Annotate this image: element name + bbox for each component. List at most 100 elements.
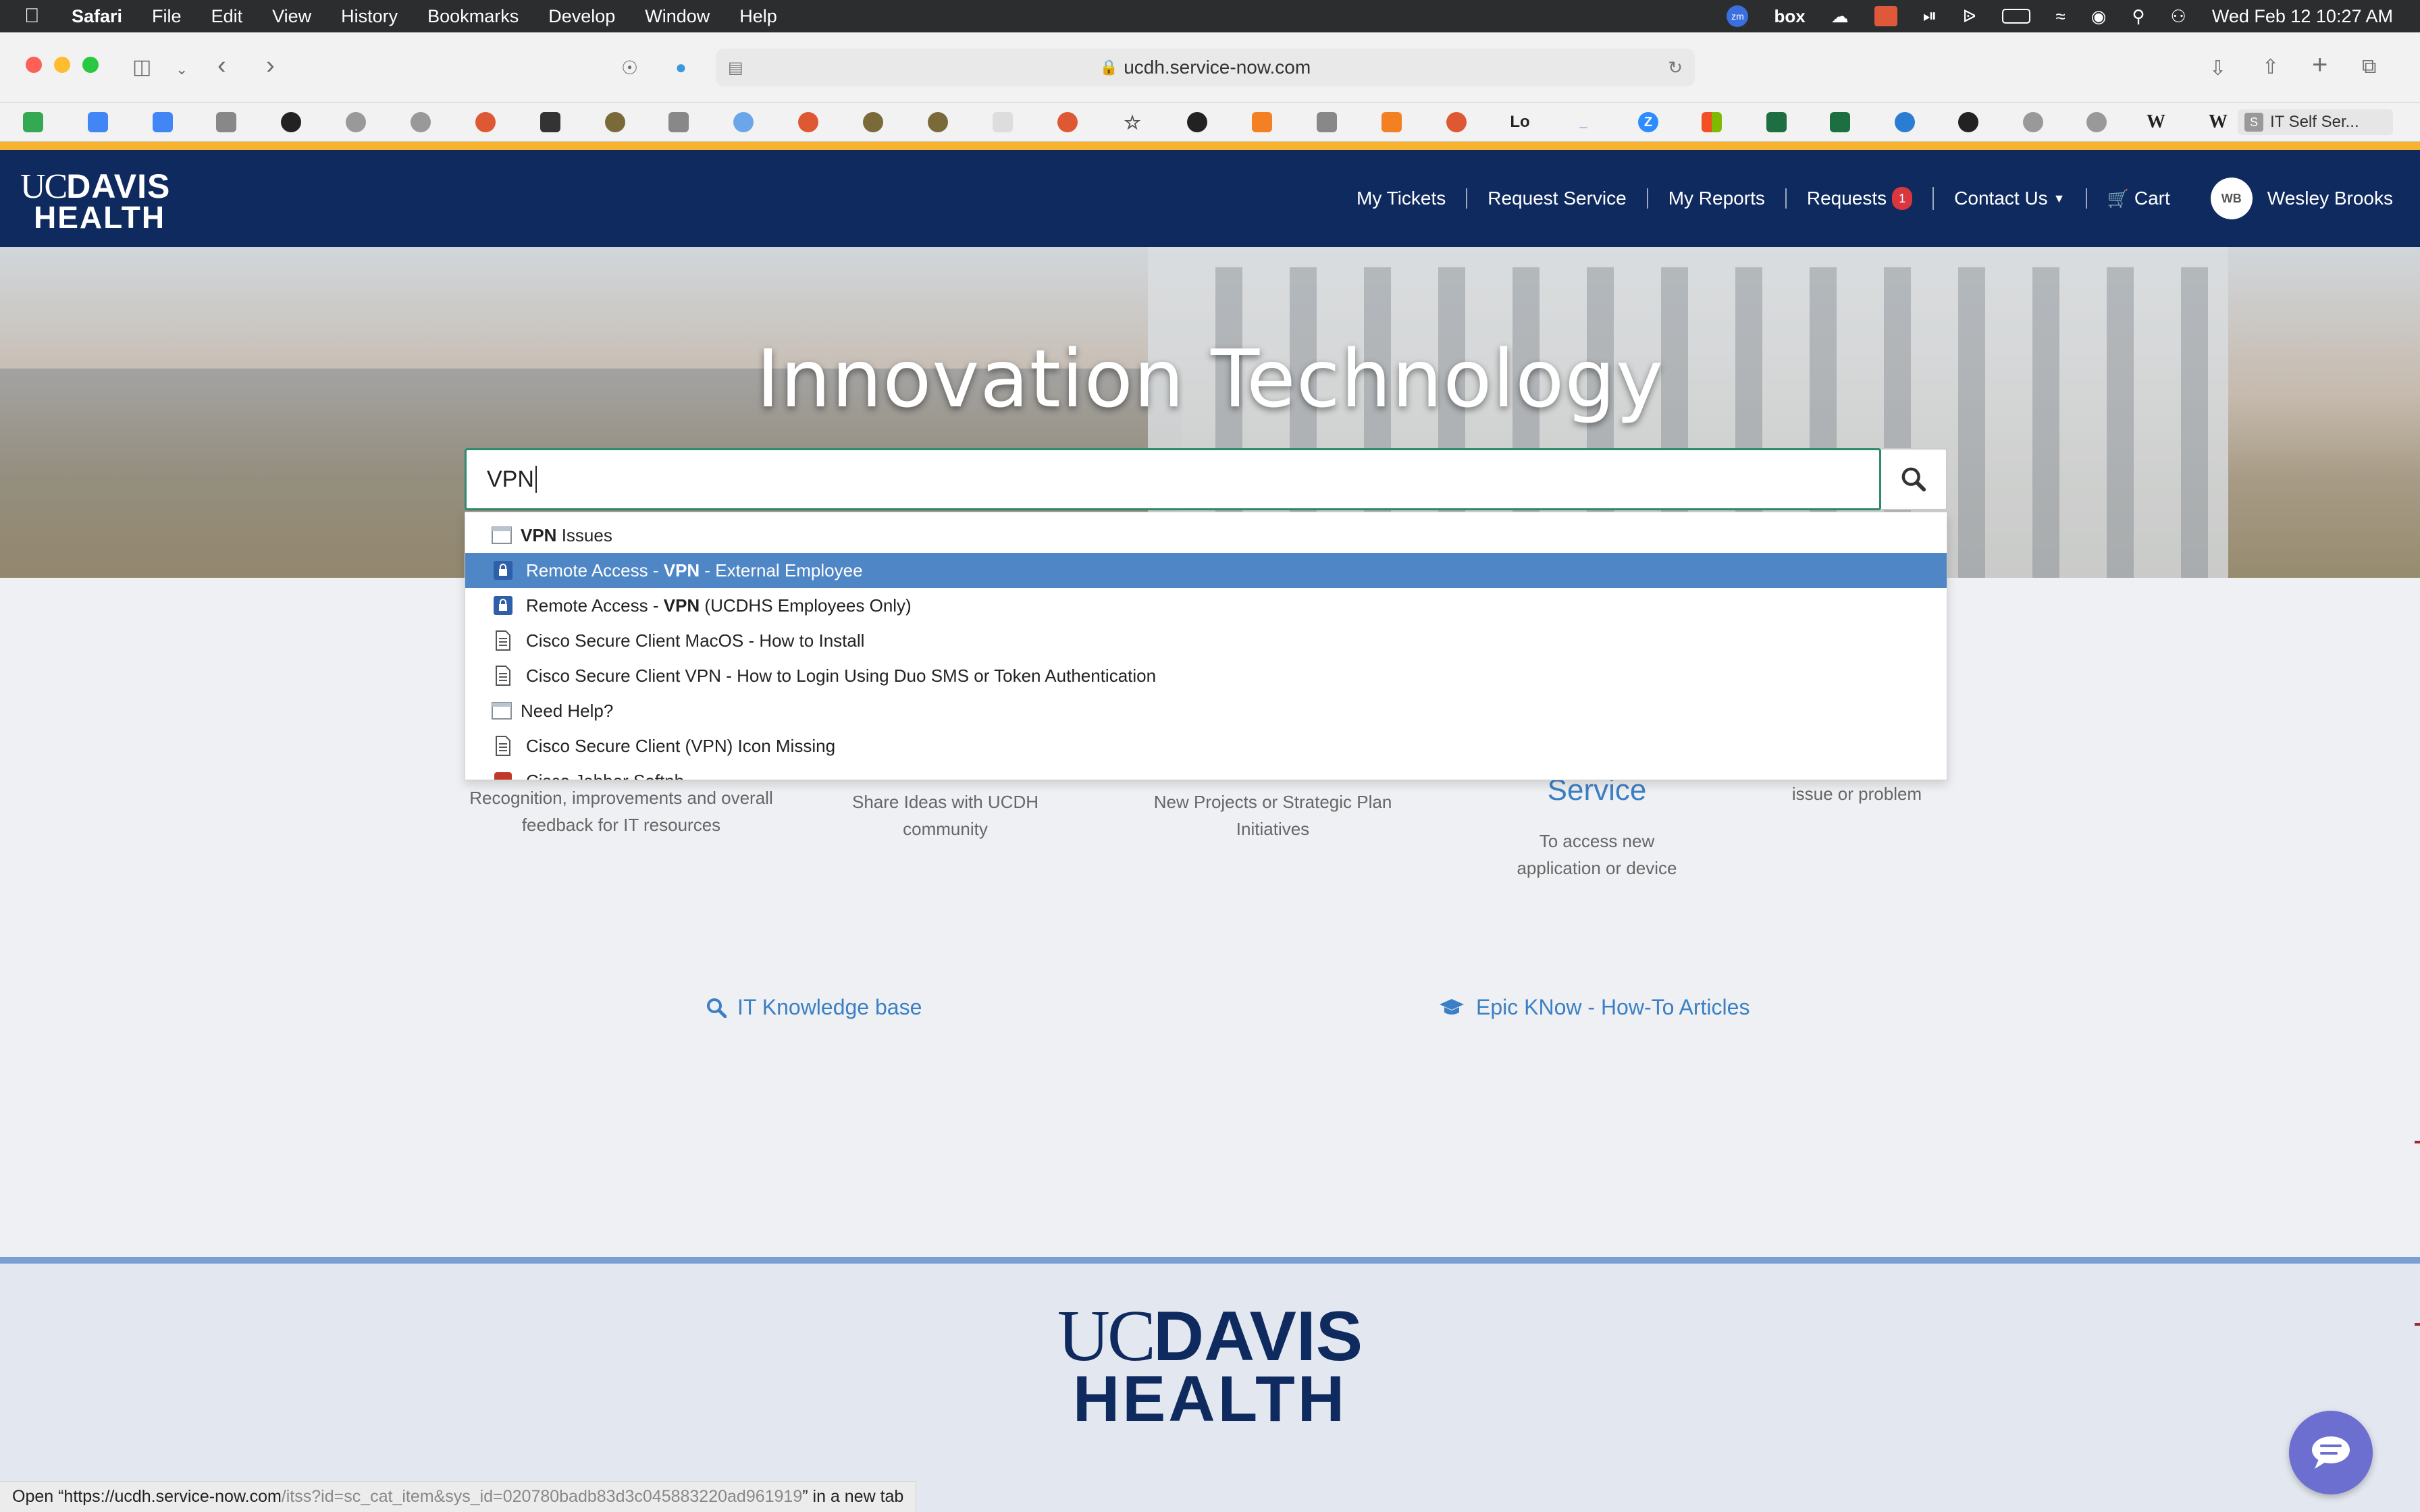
search-input[interactable]: VPN <box>465 448 1881 510</box>
menu-edit[interactable]: Edit <box>211 6 243 27</box>
favorite-stack-icon[interactable] <box>1382 112 1402 132</box>
favorite-compass-icon[interactable] <box>411 112 431 132</box>
tab-overview-icon[interactable]: ⧉ <box>2362 55 2376 78</box>
user-icon[interactable]: ◉ <box>2091 6 2107 27</box>
forward-button[interactable]: › <box>266 51 275 80</box>
favorite-github-icon[interactable] <box>281 112 301 132</box>
uc-davis-health-logo[interactable]: UCDAVIS HEALTH <box>20 169 170 234</box>
favorite-duckduckgo-icon[interactable] <box>1446 112 1467 132</box>
spotlight-icon[interactable]: ⚲ <box>2132 6 2145 27</box>
nav-requests[interactable]: Requests 1 <box>1787 187 1935 210</box>
reload-icon[interactable]: ↻ <box>1668 57 1683 78</box>
zoom-icon[interactable]: zm <box>1727 5 1749 27</box>
nav-request-service[interactable]: Request Service <box>1467 188 1648 209</box>
apple-menu-icon[interactable]:  <box>24 5 51 28</box>
favorite-zoom-icon[interactable]: Z <box>1638 112 1658 132</box>
favorite-a-icon[interactable] <box>216 112 236 132</box>
favorite-globe-icon[interactable] <box>733 112 754 132</box>
favorite-google-docs-icon[interactable] <box>153 112 173 132</box>
address-bar[interactable]: ▤ 🔒 ucdh.service-now.com ↻ <box>716 49 1695 86</box>
projects-card-description: New Projects or Strategic Plan Initiativ… <box>1153 792 1392 839</box>
suggestion-item[interactable]: Need Help? <box>465 693 1947 728</box>
suggestion-match-text: VPN <box>663 595 700 616</box>
sidebar-toggle-icon[interactable]: ◫ <box>132 55 151 79</box>
suggestion-item[interactable]: Cisco Secure Client VPN - How to Login U… <box>465 658 1947 693</box>
favorite-compass-icon[interactable] <box>346 112 366 132</box>
suggestion-item-partial[interactable]: Cisco Jabber Softph... <box>465 763 1947 780</box>
menu-app-name[interactable]: Safari <box>72 6 122 27</box>
search-button[interactable] <box>1881 448 1947 510</box>
it-knowledge-base-link[interactable]: IT Knowledge base <box>706 995 922 1020</box>
control-center-icon[interactable]: ⚇ <box>2171 6 2186 27</box>
zoom-window-button[interactable] <box>82 57 99 73</box>
privacy-shield-icon[interactable]: ☉ <box>621 57 638 79</box>
favorite-lo-icon[interactable]: Lo <box>1510 112 1530 132</box>
favorite-compass-icon[interactable] <box>2023 112 2043 132</box>
chevron-down-icon[interactable]: ⌄ <box>176 61 188 78</box>
battery-icon[interactable] <box>2001 9 2030 24</box>
favorite-seal-icon[interactable] <box>863 112 883 132</box>
play-icon[interactable]: ⏯ <box>1923 5 1937 27</box>
favorite-seal-icon[interactable] <box>605 112 625 132</box>
favorite-c-icon[interactable] <box>668 112 689 132</box>
favorite-stack-icon[interactable] <box>1252 112 1272 132</box>
menu-window[interactable]: Window <box>645 6 710 27</box>
share-icon[interactable]: ⇧ <box>2262 55 2279 79</box>
minimize-window-button[interactable] <box>54 57 70 73</box>
nav-my-tickets[interactable]: My Tickets <box>1336 188 1468 209</box>
suggestion-item[interactable]: Cisco Secure Client (VPN) Icon Missing <box>465 728 1947 763</box>
menu-view[interactable]: View <box>272 6 311 27</box>
cloud-icon[interactable]: ☁ <box>1831 6 1849 27</box>
favorite-excel-icon[interactable] <box>1830 112 1850 132</box>
favorite-seal-icon[interactable] <box>928 112 948 132</box>
nav-contact-us[interactable]: Contact Us ▼ <box>1934 188 2087 209</box>
key-icon[interactable] <box>1874 6 1897 26</box>
ghostery-icon[interactable]: ● <box>675 57 687 78</box>
bluetooth-icon[interactable]: ᐉ <box>1963 6 1976 27</box>
epic-know-link[interactable]: Epic KNow - How-To Articles <box>1438 995 1750 1020</box>
favorite-star-icon[interactable]: ☆ <box>1122 112 1142 133</box>
favorite-compass-icon[interactable] <box>2086 112 2107 132</box>
accent-strip <box>0 142 2420 150</box>
suggestion-item-selected[interactable]: Remote Access - VPN - External Employee <box>465 553 1947 588</box>
nav-cart-label: Cart <box>2134 188 2170 209</box>
suggestion-item[interactable]: Remote Access - VPN (UCDHS Employees Onl… <box>465 588 1947 623</box>
chat-button[interactable] <box>2289 1411 2373 1494</box>
favorite-bird-icon[interactable] <box>540 112 560 132</box>
menu-file[interactable]: File <box>152 6 182 27</box>
catalog-icon <box>491 701 512 720</box>
favorite-edge-icon[interactable] <box>1895 112 1915 132</box>
favorite-doc-icon[interactable] <box>993 112 1013 132</box>
menu-history[interactable]: History <box>341 6 398 27</box>
favorite-google-drive-icon[interactable] <box>23 112 43 132</box>
favorite-it-self-service[interactable]: S IT Self Ser... <box>2238 109 2393 135</box>
suggestion-item[interactable]: VPN Issues <box>465 518 1947 553</box>
favorite-e-icon[interactable] <box>1317 112 1337 132</box>
reader-icon[interactable]: ▤ <box>728 58 743 78</box>
user-menu[interactable]: WB Wesley Brooks <box>2190 178 2393 219</box>
close-window-button[interactable] <box>26 57 42 73</box>
downloads-icon[interactable]: ⇩ <box>2209 57 2226 80</box>
favorite-duckduckgo-icon[interactable] <box>798 112 818 132</box>
favorite-excel-icon[interactable] <box>1766 112 1787 132</box>
favorite-wikipedia-icon[interactable]: W <box>2208 111 2228 132</box>
favorite-duckduckgo-icon[interactable] <box>475 112 496 132</box>
wifi-icon[interactable]: ≈ <box>2056 6 2066 27</box>
favorite-openai-icon[interactable] <box>1958 112 1978 132</box>
favorite-underline-icon[interactable]: _ <box>1573 112 1594 132</box>
favorite-google-drive-icon[interactable] <box>88 112 108 132</box>
favorite-microsoft-icon[interactable] <box>1702 112 1722 132</box>
favorite-arc-icon[interactable] <box>1187 112 1207 132</box>
menu-develop[interactable]: Develop <box>548 6 615 27</box>
menubar-clock[interactable]: Wed Feb 12 10:27 AM <box>2212 6 2393 27</box>
new-tab-icon[interactable]: + <box>2312 50 2327 80</box>
nav-my-reports[interactable]: My Reports <box>1648 188 1787 209</box>
box-icon[interactable]: box <box>1774 6 1805 27</box>
favorite-wikipedia-icon[interactable]: W <box>2146 111 2166 132</box>
menu-bookmarks[interactable]: Bookmarks <box>427 6 519 27</box>
favorite-duckduckgo-icon[interactable] <box>1057 112 1078 132</box>
menu-help[interactable]: Help <box>739 6 777 27</box>
nav-cart[interactable]: 🛒 Cart <box>2087 188 2190 209</box>
back-button[interactable]: ‹ <box>217 51 226 80</box>
suggestion-item[interactable]: Cisco Secure Client MacOS - How to Insta… <box>465 623 1947 658</box>
